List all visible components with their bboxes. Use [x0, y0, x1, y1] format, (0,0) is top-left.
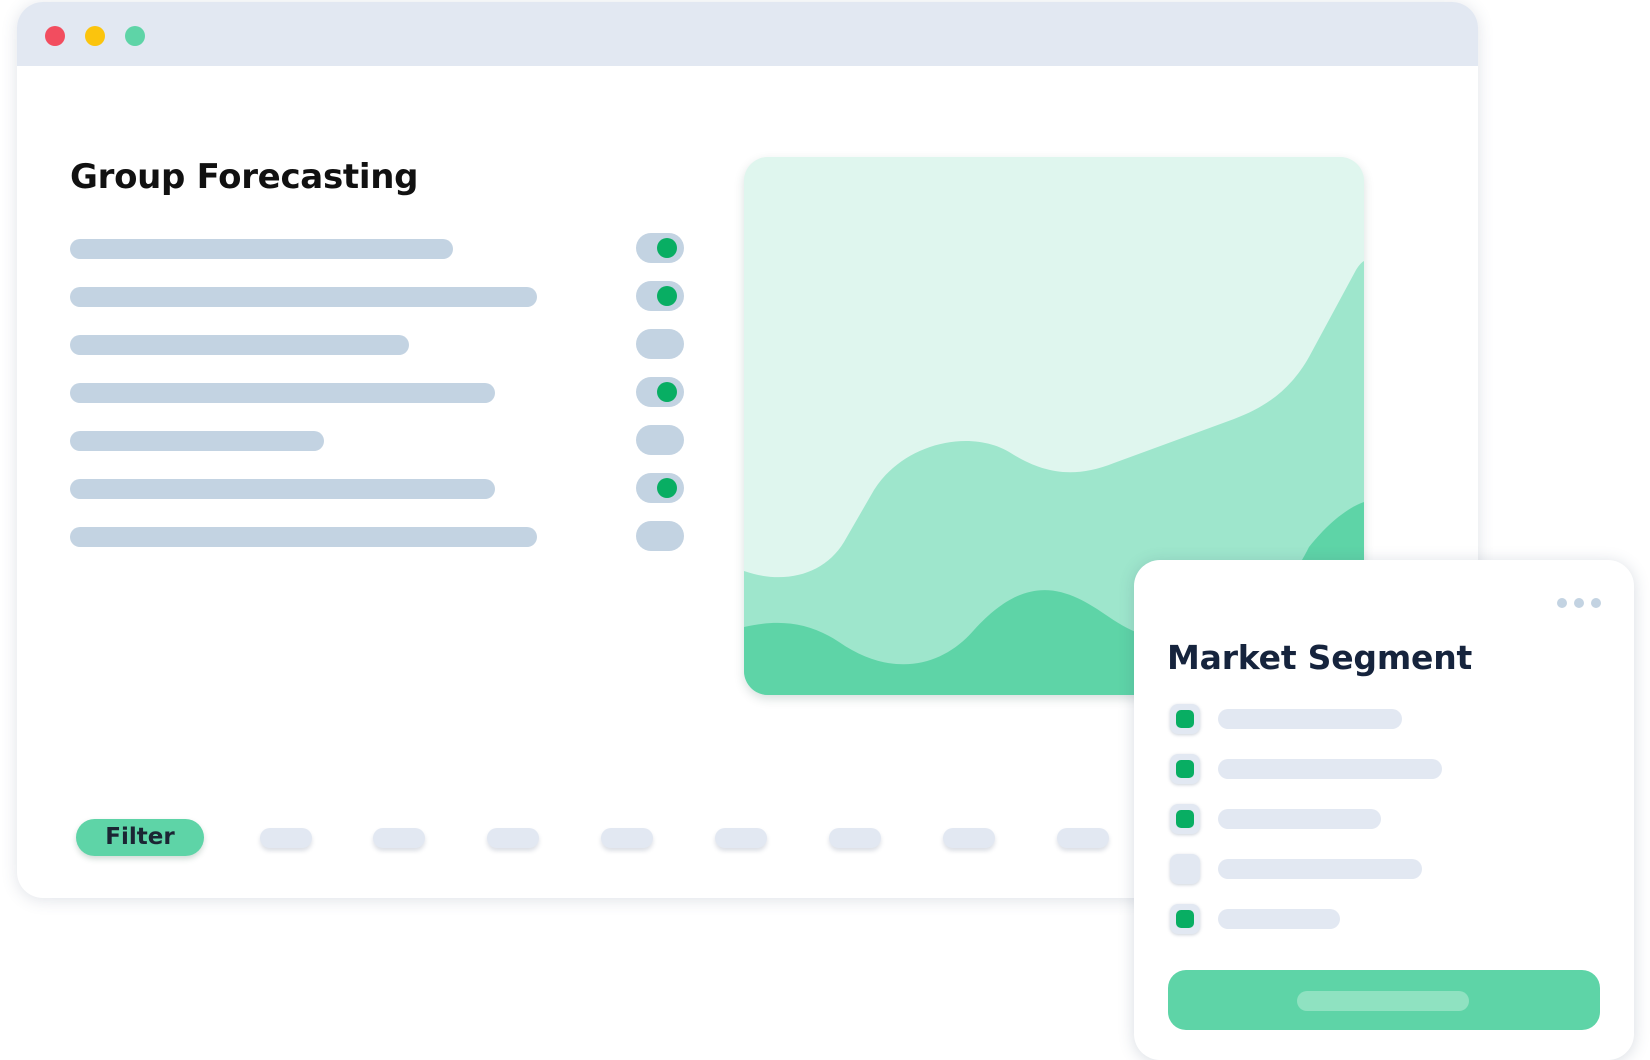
close-window-icon[interactable]: [45, 26, 65, 46]
setting-label-placeholder: [70, 479, 495, 499]
page-indicator[interactable]: [601, 828, 653, 848]
filter-button[interactable]: Filter: [76, 819, 204, 856]
setting-label-placeholder: [70, 335, 409, 355]
zoom-window-icon[interactable]: [125, 26, 145, 46]
setting-toggle[interactable]: [636, 425, 684, 455]
segment-label-placeholder: [1218, 909, 1340, 929]
setting-label-placeholder: [70, 383, 495, 403]
more-icon[interactable]: [1557, 596, 1601, 608]
segment-label-placeholder: [1218, 709, 1402, 729]
setting-toggle[interactable]: [636, 281, 684, 311]
page-indicator[interactable]: [829, 828, 881, 848]
checkbox-mark: [1176, 810, 1194, 828]
segment-checkbox[interactable]: [1170, 704, 1200, 734]
page-indicator[interactable]: [715, 828, 767, 848]
setting-toggle[interactable]: [636, 521, 684, 551]
page-indicator[interactable]: [487, 828, 539, 848]
segment-label-placeholder: [1218, 859, 1422, 879]
toggle-knob: [657, 382, 677, 402]
apply-button[interactable]: [1168, 970, 1600, 1030]
checkbox-mark: [1176, 710, 1194, 728]
segment-checkbox[interactable]: [1170, 854, 1200, 884]
checkbox-mark: [1176, 760, 1194, 778]
toggle-knob: [657, 286, 677, 306]
setting-label-placeholder: [70, 527, 537, 547]
toggle-knob: [657, 238, 677, 258]
setting-toggle[interactable]: [636, 473, 684, 503]
page-indicator[interactable]: [373, 828, 425, 848]
setting-toggle[interactable]: [636, 377, 684, 407]
segment-label-placeholder: [1218, 809, 1381, 829]
segment-checkbox[interactable]: [1170, 754, 1200, 784]
more-icon-dot: [1574, 598, 1584, 608]
toggle-knob: [657, 478, 677, 498]
setting-toggle[interactable]: [636, 233, 684, 263]
setting-toggle[interactable]: [636, 329, 684, 359]
title-bar: [17, 2, 1478, 66]
segment-checkbox[interactable]: [1170, 804, 1200, 834]
minimize-window-icon[interactable]: [85, 26, 105, 46]
segment-checkbox[interactable]: [1170, 904, 1200, 934]
more-icon-dot: [1557, 598, 1567, 608]
setting-label-placeholder: [70, 239, 453, 259]
page-indicator[interactable]: [943, 828, 995, 848]
market-segment-panel: Market Segment: [1134, 560, 1634, 1060]
more-icon-dot: [1591, 598, 1601, 608]
segment-label-placeholder: [1218, 759, 1442, 779]
page-indicator[interactable]: [1057, 828, 1109, 848]
page-indicator[interactable]: [260, 828, 312, 848]
setting-label-placeholder: [70, 431, 324, 451]
checkbox-mark: [1176, 910, 1194, 928]
page-title: Group Forecasting: [70, 157, 419, 197]
setting-label-placeholder: [70, 287, 537, 307]
panel-title: Market Segment: [1167, 638, 1473, 677]
apply-label-placeholder: [1297, 991, 1469, 1011]
